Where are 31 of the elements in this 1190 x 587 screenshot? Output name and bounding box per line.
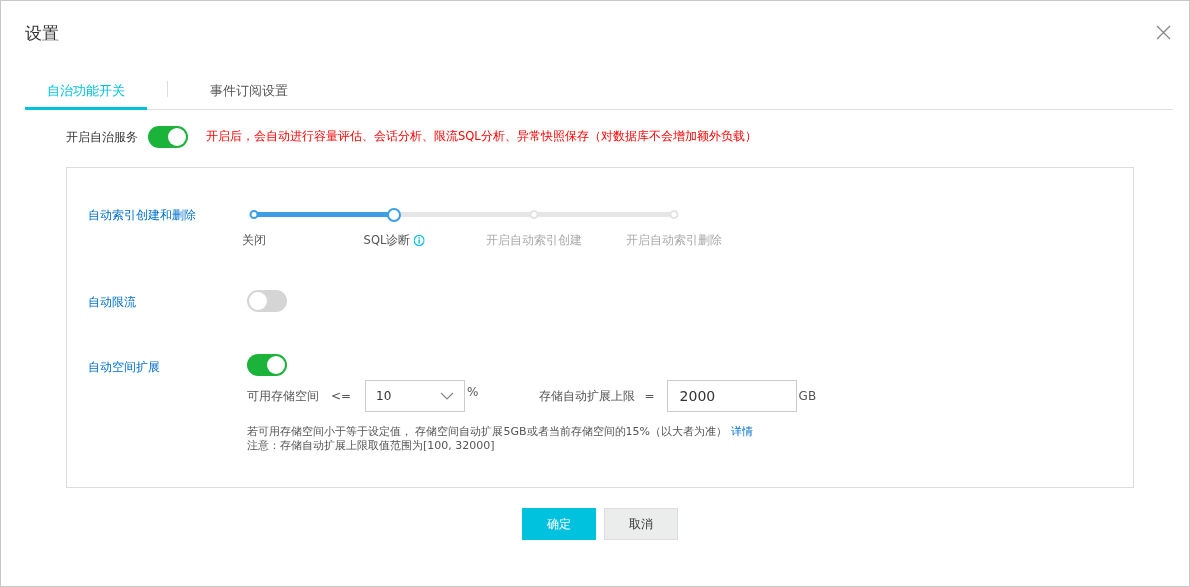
tab[interactable]: 事件订阅设置 [188, 77, 310, 110]
setting-label: 自动限流 [88, 294, 136, 311]
setting-label: 自动空间扩展 [88, 359, 160, 376]
percent-select[interactable]: 10 [365, 380, 466, 412]
field-label: 存储自动扩展上限 [538, 388, 635, 405]
setting-label: 自动索引创建和删除 [88, 207, 196, 224]
warning-text: 开启后，会自动进行容量评估、会话分析、限流SQL分析、异常快照保存（对数据库不会增加额外负载） [206, 128, 757, 146]
help-text: 若可用存储空间小于等于设定值， 存储空间自动扩展5GB或者当前存储空间的15%（以大者为准） [247, 425, 727, 439]
limit-input[interactable]: 2000 [666, 380, 797, 412]
operator-text: <= [331, 388, 352, 405]
field-label: 可用存储空间 [247, 388, 319, 405]
field-label: 开启自治服务 [66, 129, 138, 146]
note-text: 注意：存储自动扩展上限取值范围为[100, 32000] [247, 439, 496, 453]
dialog-title: 设置 [25, 22, 59, 45]
operator-text: = [644, 388, 655, 405]
toggle-switch[interactable] [247, 354, 287, 376]
slider-label: 开启自动索引创建 [486, 232, 582, 249]
unit-text: GB [798, 388, 817, 405]
toggle-switch[interactable] [247, 290, 287, 312]
chevron-down-icon [440, 392, 455, 400]
cancel-button[interactable]: 取消 [604, 508, 678, 540]
slider-stop[interactable] [387, 208, 401, 222]
close-icon[interactable] [1156, 25, 1171, 40]
slider-label: SQL诊断 [363, 232, 411, 249]
slider-label: 开启自动索引删除 [626, 232, 722, 249]
toggle-switch[interactable] [148, 126, 188, 148]
details-link[interactable]: 详情 [731, 425, 753, 439]
unit-text: % [467, 384, 479, 401]
slider-label: 关闭 [242, 232, 266, 249]
slider-stop[interactable] [249, 210, 259, 219]
info-icon[interactable] [413, 235, 425, 247]
